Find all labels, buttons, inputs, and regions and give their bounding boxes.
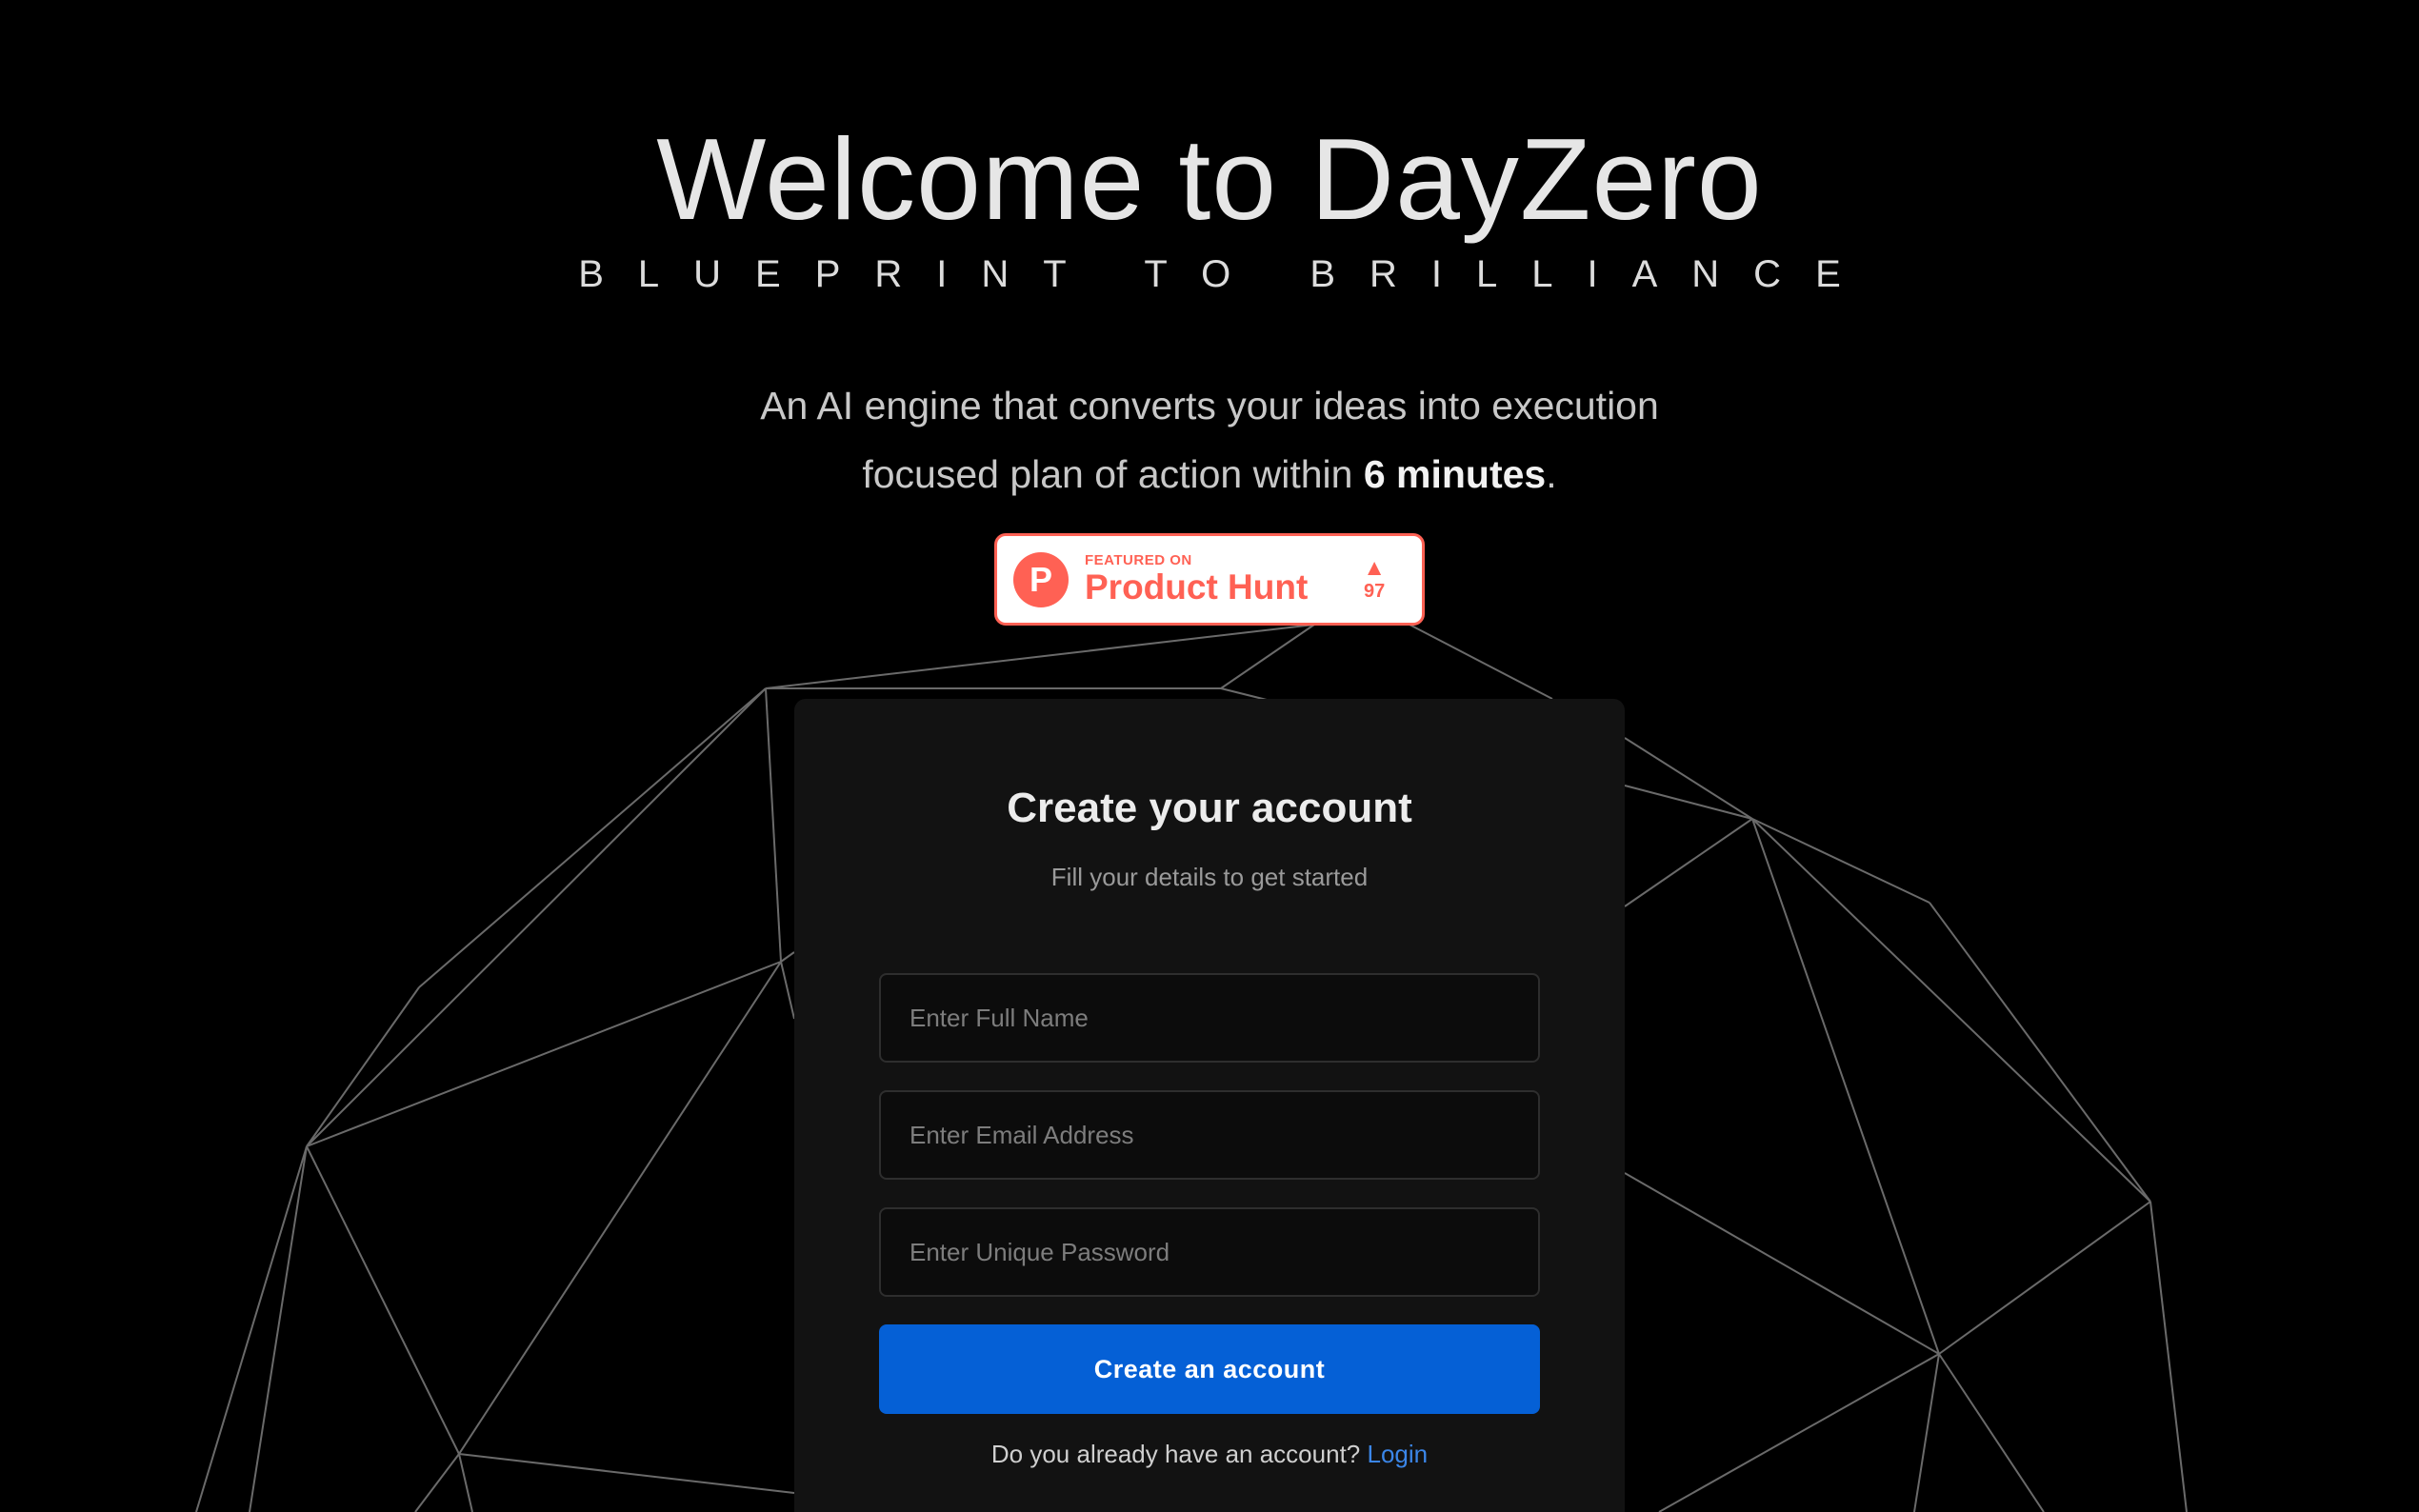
email-input[interactable] xyxy=(879,1090,1540,1180)
signup-card: Create your account Fill your details to… xyxy=(794,699,1625,1512)
product-hunt-votes: ▲ 97 xyxy=(1363,556,1386,603)
product-hunt-logo-icon: P xyxy=(1013,551,1069,607)
tagline: BLUEPRINT TO BRILLIANCE xyxy=(578,253,1875,295)
full-name-input[interactable] xyxy=(879,973,1540,1063)
upvote-arrow-icon: ▲ xyxy=(1363,555,1386,581)
login-prompt-text: Do you already have an account? xyxy=(990,1440,1361,1468)
vote-count: 97 xyxy=(1363,581,1386,602)
hero-description: An AI engine that converts your ideas in… xyxy=(0,371,2419,508)
description-line-2: focused plan of action within xyxy=(862,452,1364,496)
product-hunt-badge[interactable]: P FEATURED ON Product Hunt ▲ 97 xyxy=(994,533,1425,626)
signup-subtitle: Fill your details to get started xyxy=(1050,863,1369,891)
signup-title: Create your account xyxy=(1007,785,1412,831)
description-line-1: An AI engine that converts your ideas in… xyxy=(760,384,1659,428)
product-hunt-text: FEATURED ON Product Hunt xyxy=(1085,552,1308,607)
create-account-button[interactable]: Create an account xyxy=(879,1324,1540,1414)
login-link[interactable]: Login xyxy=(1367,1440,1428,1468)
product-hunt-featured-label: FEATURED ON xyxy=(1085,552,1192,568)
password-input[interactable] xyxy=(879,1207,1540,1297)
login-prompt-row: Do you already have an account? Login xyxy=(794,1440,1625,1469)
description-highlight: 6 minutes xyxy=(1363,452,1547,496)
page: Welcome to DayZero BLUEPRINT TO BRILLIAN… xyxy=(0,0,2419,1512)
description-suffix: . xyxy=(1546,452,1557,496)
product-hunt-name: Product Hunt xyxy=(1085,567,1309,607)
page-title: Welcome to DayZero xyxy=(656,114,1763,244)
